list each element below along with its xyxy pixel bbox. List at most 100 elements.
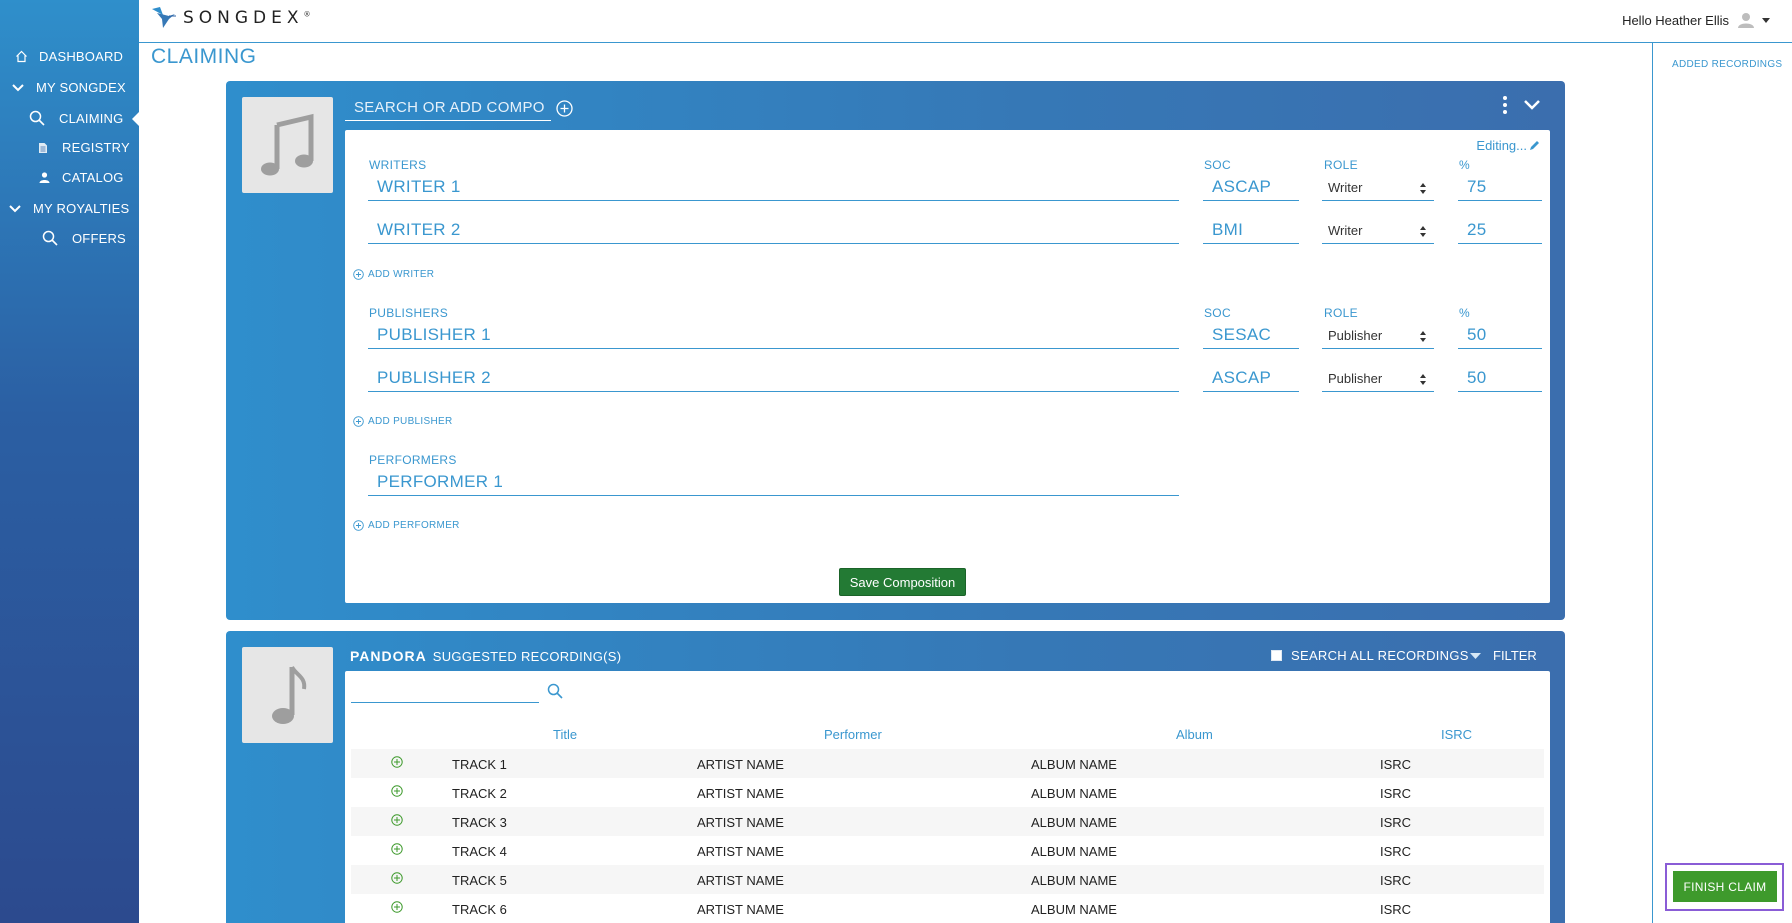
select-arrows-icon xyxy=(1420,374,1426,385)
sidebar-item-label: CLAIMING xyxy=(59,110,124,126)
search-all-label: SEARCH ALL RECORDINGS xyxy=(1291,648,1469,663)
track-title: TRACK 1 xyxy=(452,757,507,772)
track-performer: ARTIST NAME xyxy=(697,786,784,801)
add-recording-icon[interactable] xyxy=(391,901,403,913)
add-publisher-button[interactable]: ADD PUBLISHER xyxy=(353,416,452,427)
search-all-checkbox[interactable] xyxy=(1271,650,1282,661)
document-icon xyxy=(39,142,47,153)
publisher-name-input[interactable] xyxy=(368,322,1179,348)
search-all-recordings-toggle[interactable]: SEARCH ALL RECORDINGS xyxy=(1271,648,1469,663)
editing-toggle[interactable]: Editing... xyxy=(1476,138,1540,153)
add-recording-icon[interactable] xyxy=(391,872,403,884)
logo[interactable]: SONGDEX® xyxy=(151,6,311,30)
publisher-pct-field[interactable] xyxy=(1458,365,1542,392)
writer-pct-input[interactable] xyxy=(1458,174,1542,200)
column-header-album[interactable]: Album xyxy=(1176,727,1213,742)
add-writer-button[interactable]: ADD WRITER xyxy=(353,269,434,280)
add-composition-icon[interactable] xyxy=(556,100,573,117)
writer-pct-field[interactable] xyxy=(1458,174,1542,201)
sidebar-item-my-songdex[interactable]: MY SONGDEX xyxy=(12,80,126,95)
writer-name-input[interactable] xyxy=(368,174,1179,200)
user-greeting: Hello Heather Ellis xyxy=(1622,12,1729,28)
performer-name-field[interactable] xyxy=(368,469,1179,496)
publisher-pct-input[interactable] xyxy=(1458,365,1542,391)
publisher-name-input[interactable] xyxy=(368,365,1179,391)
writer-pct-input[interactable] xyxy=(1458,217,1542,243)
publisher-role-select[interactable]: Publisher xyxy=(1322,322,1434,349)
column-header-isrc[interactable]: ISRC xyxy=(1441,727,1472,742)
added-recordings-title: ADDED RECORDINGS xyxy=(1672,59,1783,70)
user-menu[interactable]: Hello Heather Ellis xyxy=(1622,11,1770,29)
collapse-chevron-icon[interactable] xyxy=(1523,99,1541,111)
performers-label: PERFORMERS xyxy=(369,453,457,467)
add-recording-icon[interactable] xyxy=(391,814,403,826)
composition-search-input[interactable] xyxy=(345,94,551,120)
publisher-role-select[interactable]: Publisher xyxy=(1322,365,1434,392)
writer-name-input[interactable] xyxy=(368,217,1179,243)
table-row[interactable]: TRACK 2 ARTIST NAME ALBUM NAME ISRC xyxy=(351,778,1544,807)
add-recording-icon[interactable] xyxy=(391,756,403,768)
sidebar-item-label: MY SONGDEX xyxy=(36,80,126,95)
page-title: CLAIMING xyxy=(151,45,257,68)
writer-soc-field[interactable] xyxy=(1203,217,1299,244)
sidebar-item-claiming[interactable]: CLAIMING xyxy=(29,110,123,126)
recording-search-input[interactable] xyxy=(351,677,539,702)
search-icon xyxy=(29,110,45,126)
writer-soc-input[interactable] xyxy=(1203,217,1299,243)
finish-claim-highlight: FINISH CLAIM xyxy=(1665,863,1784,911)
publisher-pct-input[interactable] xyxy=(1458,322,1542,348)
writer-soc-input[interactable] xyxy=(1203,174,1299,200)
publisher-soc-input[interactable] xyxy=(1203,322,1299,348)
publisher-pct-field[interactable] xyxy=(1458,322,1542,349)
table-row[interactable]: TRACK 3 ARTIST NAME ALBUM NAME ISRC xyxy=(351,807,1544,836)
sidebar-item-registry[interactable]: REGISTRY xyxy=(38,140,130,155)
performer-name-input[interactable] xyxy=(368,469,1179,495)
save-composition-button[interactable]: Save Composition xyxy=(839,568,966,596)
recording-source: PANDORA xyxy=(350,648,427,664)
track-performer: ARTIST NAME xyxy=(697,815,784,830)
writer-pct-field[interactable] xyxy=(1458,217,1542,244)
add-performer-button[interactable]: ADD PERFORMER xyxy=(353,520,460,531)
publisher-soc-field[interactable] xyxy=(1203,365,1299,392)
pencil-icon xyxy=(1530,141,1539,150)
sidebar-item-label: MY ROYALTIES xyxy=(33,201,130,216)
writer-name-field[interactable] xyxy=(368,174,1179,201)
recording-search[interactable] xyxy=(351,677,539,703)
table-row[interactable]: TRACK 4 ARTIST NAME ALBUM NAME ISRC xyxy=(351,836,1544,865)
sidebar-item-my-royalties[interactable]: MY ROYALTIES xyxy=(9,201,129,216)
add-recording-icon[interactable] xyxy=(391,843,403,855)
writer-soc-field[interactable] xyxy=(1203,174,1299,201)
column-header-title[interactable]: Title xyxy=(553,727,577,742)
search-icon[interactable] xyxy=(547,683,563,699)
sidebar-item-offers[interactable]: OFFERS xyxy=(42,230,126,246)
avatar-icon xyxy=(1738,13,1754,28)
writer-name-field[interactable] xyxy=(368,217,1179,244)
writer-role-select[interactable]: Writer xyxy=(1322,174,1434,201)
publisher-name-field[interactable] xyxy=(368,322,1179,349)
recordings-heading: PANDORA SUGGESTED RECORDING(S) xyxy=(350,648,621,664)
writers-pct-label: % xyxy=(1459,158,1470,172)
sidebar-item-label: OFFERS xyxy=(72,230,126,246)
composition-thumbnail xyxy=(242,97,333,193)
publisher-soc-input[interactable] xyxy=(1203,365,1299,391)
column-header-performer[interactable]: Performer xyxy=(824,727,882,742)
track-title: TRACK 2 xyxy=(452,786,507,801)
composition-search[interactable] xyxy=(345,94,551,121)
publishers-soc-label: SOC xyxy=(1204,306,1231,320)
select-value: Publisher xyxy=(1328,327,1383,343)
sidebar-item-dashboard[interactable]: DASHBOARD xyxy=(15,49,123,64)
writer-role-select[interactable]: Writer xyxy=(1322,217,1434,244)
publisher-soc-field[interactable] xyxy=(1203,322,1299,349)
sidebar-item-catalog[interactable]: CATALOG xyxy=(39,170,124,185)
add-recording-icon[interactable] xyxy=(391,785,403,797)
track-album: ALBUM NAME xyxy=(1031,844,1117,859)
table-row[interactable]: TRACK 1 ARTIST NAME ALBUM NAME ISRC xyxy=(351,749,1544,778)
table-row[interactable]: TRACK 5 ARTIST NAME ALBUM NAME ISRC xyxy=(351,865,1544,894)
publisher-name-field[interactable] xyxy=(368,365,1179,392)
track-isrc: ISRC xyxy=(1380,815,1412,830)
more-options-icon[interactable] xyxy=(1502,95,1508,115)
recordings-heading-label: SUGGESTED RECORDING(S) xyxy=(432,649,622,664)
table-row[interactable]: TRACK 6 ARTIST NAME ALBUM NAME ISRC xyxy=(351,894,1544,923)
filter-button[interactable]: FILTER xyxy=(1470,648,1537,663)
finish-claim-button[interactable]: FINISH CLAIM xyxy=(1673,871,1777,902)
